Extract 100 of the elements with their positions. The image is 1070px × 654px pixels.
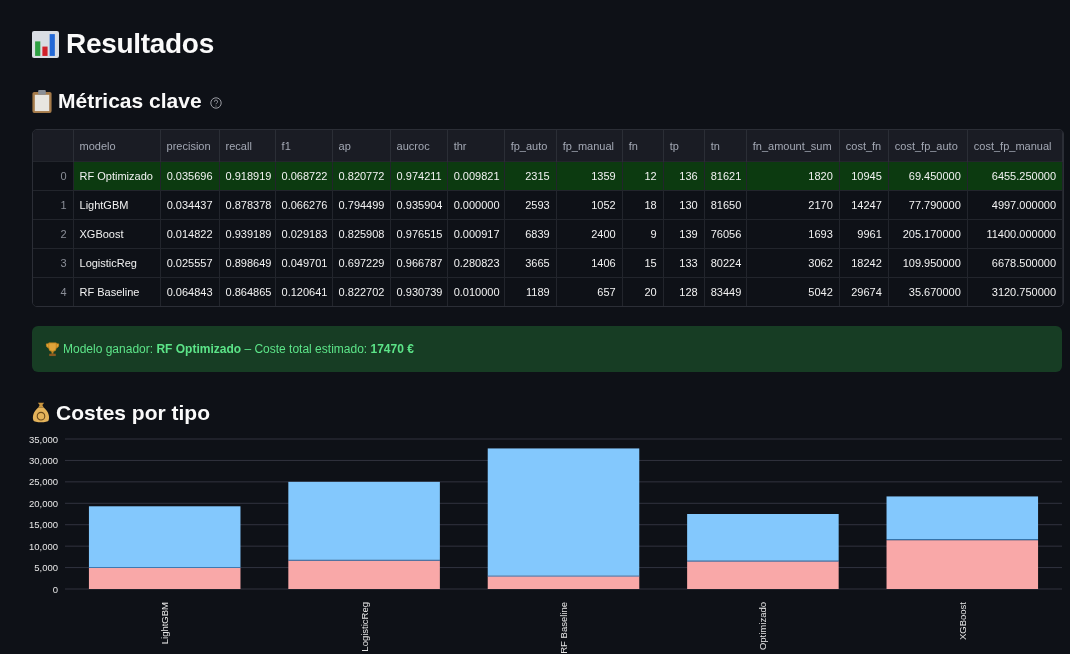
table-cell: 0.010000 — [447, 277, 505, 306]
table-cell: 0.049701 — [275, 248, 333, 278]
axis-tick-label: 20,000 — [28, 497, 58, 509]
clipboard-icon — [32, 89, 52, 113]
axis-tick-label: 15,000 — [28, 519, 58, 531]
table-cell: 9961 — [839, 219, 889, 249]
table-cell: 0.064843 — [160, 277, 220, 306]
axis-tick-label: 10,000 — [28, 540, 58, 552]
table-cell: 3665 — [504, 248, 557, 278]
table-cell: 0.068722 — [275, 161, 333, 191]
axis-tick-label: 25,000 — [28, 476, 58, 488]
category-label: Optimizado — [757, 602, 769, 651]
column-header[interactable]: fn_amount_sum — [746, 130, 840, 162]
table-cell: 76056 — [704, 219, 747, 249]
bar-chart-icon — [32, 30, 59, 58]
table-cell: 0.898649 — [219, 248, 276, 278]
table-cell: 139 — [663, 219, 705, 249]
table-cell: 0.066276 — [275, 190, 333, 220]
column-header[interactable]: precision — [160, 130, 220, 162]
table-row[interactable]: 1 LightGBM 0.034437 0.878378 0.066276 0.794499 0.935904 0.000000 2593 1052 18 130 81650 2170 14247 77.790000 4997.000000 — [33, 190, 1063, 220]
table-cell: 5042 — [746, 277, 840, 306]
table-cell: XGBoost — [73, 219, 161, 249]
table-cell: 109.950000 — [888, 248, 968, 278]
table-cell: 83449 — [704, 277, 747, 306]
table-cell: 81621 — [704, 161, 747, 191]
help-icon[interactable] — [209, 97, 222, 109]
table-cell: 18242 — [839, 248, 889, 278]
table-cell: 81650 — [704, 190, 747, 220]
table-row[interactable]: 2 XGBoost 0.014822 0.939189 0.029183 0.825908 0.976515 0.000917 6839 2400 9 139 76056 1693 9961 205.170000 11400.000000 — [33, 219, 1063, 249]
table-cell: 15 — [622, 248, 664, 278]
table-cell: 0.820772 — [332, 161, 391, 191]
table-cell: 6678.500000 — [967, 248, 1063, 278]
table-cell: 1820 — [746, 161, 840, 191]
table-cell: 0.697229 — [332, 248, 391, 278]
winner-message: Modelo ganador: RF Optimizado – Coste total estimado: 17470 € — [63, 342, 414, 356]
table-cell: 4997.000000 — [967, 190, 1063, 220]
trophy-icon — [45, 341, 60, 357]
money-bag-icon — [32, 402, 50, 424]
table-cell: 3062 — [746, 248, 840, 278]
row-index: 1 — [33, 190, 73, 220]
table-cell: 69.450000 — [888, 161, 968, 191]
table-row[interactable]: 0 RF Optimizado 0.035696 0.918919 0.068722 0.820772 0.974211 0.009821 2315 1359 12 136 81621 1820 10945 69.450000 6455.250000 — [33, 161, 1063, 191]
table-cell: 1189 — [504, 277, 557, 306]
column-header[interactable]: f1 — [275, 130, 333, 162]
table-cell: 0.976515 — [390, 219, 448, 249]
column-header[interactable]: fn — [622, 130, 664, 162]
table-cell: 205.170000 — [888, 219, 968, 249]
table-cell: 0.825908 — [332, 219, 391, 249]
category-label: XGBoost — [956, 602, 968, 641]
table-cell: 6839 — [504, 219, 557, 249]
table-cell: 0.000917 — [447, 219, 505, 249]
column-header[interactable]: ap — [332, 130, 391, 162]
axis-tick-label: 30,000 — [28, 454, 58, 466]
table-cell: 128 — [663, 277, 705, 306]
page-title: Resultados — [66, 28, 214, 60]
table-cell: 0.864865 — [219, 277, 276, 306]
table-cell: 0.939189 — [219, 219, 276, 249]
table-cell: 0.034437 — [160, 190, 220, 220]
row-index: 3 — [33, 248, 73, 278]
column-header[interactable]: fp_auto — [504, 130, 557, 162]
column-header[interactable]: thr — [447, 130, 505, 162]
table-cell: RF Baseline — [73, 277, 161, 306]
table-cell: RF Optimizado — [73, 161, 161, 191]
table-cell: 0.009821 — [447, 161, 505, 191]
table-cell: LogisticReg — [73, 248, 161, 278]
table-cell: 6455.250000 — [967, 161, 1063, 191]
axis-tick-label: 35,000 — [28, 434, 58, 445]
table-cell: 11400.000000 — [967, 219, 1063, 249]
table-cell: 136 — [663, 161, 705, 191]
table-cell: 0.935904 — [390, 190, 448, 220]
table-cell: 18 — [622, 190, 664, 220]
table-cell: 9 — [622, 219, 664, 249]
column-header[interactable]: tp — [663, 130, 705, 162]
table-cell: 1052 — [556, 190, 623, 220]
table-cell: 0.878378 — [219, 190, 276, 220]
column-header[interactable]: aucroc — [390, 130, 448, 162]
category-label: LogisticReg — [358, 602, 370, 652]
table-row[interactable]: 3 LogisticReg 0.025557 0.898649 0.049701 0.697229 0.966787 0.280823 3665 1406 15 133 80224 3062 18242 109.950000 6678.500000 — [33, 248, 1063, 278]
table-cell: 0.000000 — [447, 190, 505, 220]
row-index: 4 — [33, 277, 73, 306]
column-header[interactable]: modelo — [73, 130, 161, 162]
table-cell: 0.966787 — [390, 248, 448, 278]
table-row[interactable]: 4 RF Baseline 0.064843 0.864865 0.120641 0.822702 0.930739 0.010000 1189 657 20 128 83449 5042 29674 35.670000 3120.750000 — [33, 277, 1063, 306]
table-cell: 0.120641 — [275, 277, 333, 306]
table-cell: 0.014822 — [160, 219, 220, 249]
table-cell: 0.035696 — [160, 161, 220, 191]
table-cell: 12 — [622, 161, 664, 191]
table-cell: 3120.750000 — [967, 277, 1063, 306]
table-cell: 0.025557 — [160, 248, 220, 278]
column-header[interactable]: tn — [704, 130, 747, 162]
section-heading: Costes por tipo — [56, 401, 210, 425]
table-cell: 10945 — [839, 161, 889, 191]
table-cell: 0.974211 — [390, 161, 448, 191]
table-cell: 2400 — [556, 219, 623, 249]
table-cell: 657 — [556, 277, 623, 306]
column-header[interactable]: recall — [219, 130, 276, 162]
column-header[interactable]: cost_fp_auto — [888, 130, 968, 162]
column-header[interactable]: fp_manual — [556, 130, 623, 162]
column-header[interactable]: cost_fn — [839, 130, 889, 162]
column-header[interactable]: cost_fp_manual — [967, 130, 1063, 162]
